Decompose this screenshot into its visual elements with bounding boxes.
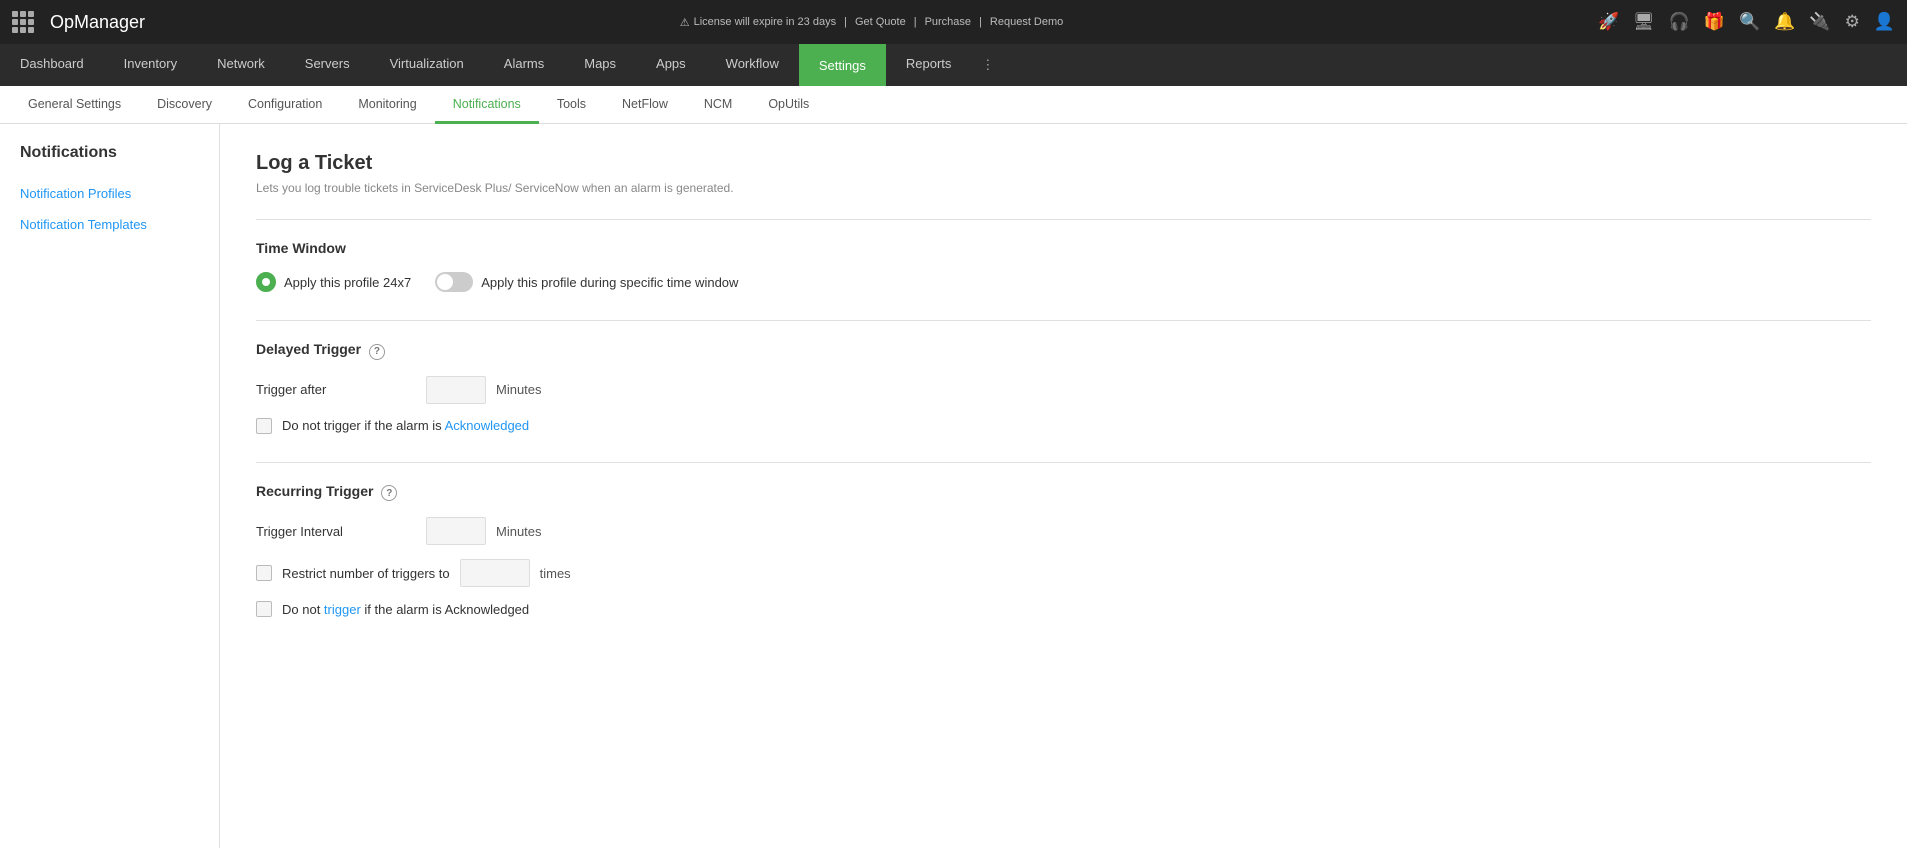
sub-nav-netflow[interactable]: NetFlow [604,86,686,124]
trigger-interval-input[interactable] [426,517,486,545]
monitor-icon[interactable]: 🖥 [1633,12,1655,32]
sidebar-item-notification-templates[interactable]: Notification Templates [0,209,219,240]
radio-label-specific: Apply this profile during specific time … [481,275,738,290]
delayed-trigger-checkbox[interactable] [256,418,272,434]
license-notice: ⚠ License will expire in 23 days [680,16,836,29]
nav-item-maps[interactable]: Maps [564,44,636,86]
trigger-after-row: Trigger after Minutes [256,376,1871,404]
toggle-specific-time[interactable] [435,272,473,292]
restrict-triggers-label: Restrict number of triggers to [282,566,450,581]
user-icon[interactable]: 👤 [1874,12,1895,32]
get-quote-link[interactable]: Get Quote [855,16,906,28]
restrict-triggers-row: Restrict number of triggers to times [256,559,1871,587]
delayed-trigger-section: Delayed Trigger ? Trigger after Minutes … [256,341,1871,434]
main-content: Log a Ticket Lets you log trouble ticket… [220,124,1907,848]
sub-nav-monitoring[interactable]: Monitoring [340,86,434,124]
page-subtitle: Lets you log trouble tickets in ServiceD… [256,181,1871,195]
highlight-trigger: trigger [324,602,361,617]
content-wrapper: Notifications Notification Profiles Noti… [0,124,1907,848]
delayed-trigger-help-icon[interactable]: ? [369,344,385,360]
nav-item-network[interactable]: Network [197,44,285,86]
sidebar-item-notification-profiles[interactable]: Notification Profiles [0,178,219,209]
divider-1 [256,219,1871,220]
sub-nav-ncm[interactable]: NCM [686,86,750,124]
purchase-link[interactable]: Purchase [925,16,971,28]
nav-item-servers[interactable]: Servers [285,44,370,86]
sub-nav-discovery[interactable]: Discovery [139,86,230,124]
recurring-trigger-help-icon[interactable]: ? [381,485,397,501]
separator: | [979,16,982,28]
sub-nav-tools[interactable]: Tools [539,86,604,124]
top-bar: OpManager ⚠ License will expire in 23 da… [0,0,1907,44]
settings-icon[interactable]: ⚙ [1845,12,1860,32]
separator: | [844,16,847,28]
top-bar-icons: 🚀 🖥 🎧 🎁 🔍 🔔 🔌 ⚙ 👤 [1598,12,1895,32]
sub-nav-configuration[interactable]: Configuration [230,86,340,124]
nav-item-dashboard[interactable]: Dashboard [0,44,104,86]
sub-nav-general-settings[interactable]: General Settings [10,86,139,124]
request-demo-link[interactable]: Request Demo [990,16,1063,28]
app-grid-icon [12,11,34,33]
nav-item-alarms[interactable]: Alarms [484,44,564,86]
app-name: OpManager [50,12,145,33]
sub-nav-oputils[interactable]: OpUtils [750,86,827,124]
trigger-interval-label: Trigger Interval [256,524,416,539]
trigger-interval-row: Trigger Interval Minutes [256,517,1871,545]
radio-option-24x7[interactable]: Apply this profile 24x7 [256,272,411,292]
sidebar-title: Notifications [0,144,219,178]
delayed-trigger-checkbox-row: Do not trigger if the alarm is Acknowled… [256,418,1871,434]
gift-icon[interactable]: 🎁 [1704,12,1725,32]
trigger-after-label: Trigger after [256,382,416,397]
trigger-after-unit: Minutes [496,382,542,397]
recurring-trigger-section: Recurring Trigger ? Trigger Interval Min… [256,483,1871,618]
nav-item-apps[interactable]: Apps [636,44,706,86]
nav-item-workflow[interactable]: Workflow [706,44,799,86]
radio-circle-24x7 [256,272,276,292]
sub-nav: General Settings Discovery Configuration… [0,86,1907,124]
nav-item-reports[interactable]: Reports [886,44,972,86]
plug-icon[interactable]: 🔌 [1809,12,1830,32]
license-icon: ⚠ [680,16,690,29]
bell-icon[interactable]: 🔔 [1774,12,1795,32]
time-window-title: Time Window [256,240,1871,256]
delayed-trigger-checkbox-label: Do not trigger if the alarm is Acknowled… [282,418,529,433]
rocket-icon[interactable]: 🚀 [1598,12,1619,32]
support-icon[interactable]: 🎧 [1669,12,1690,32]
recurring-trigger-title: Recurring Trigger ? [256,483,1871,502]
main-nav: Dashboard Inventory Network Servers Virt… [0,44,1907,86]
separator: | [914,16,917,28]
nav-item-inventory[interactable]: Inventory [104,44,197,86]
sub-nav-notifications[interactable]: Notifications [435,86,539,124]
nav-more-button[interactable]: ⋮ [971,44,1004,86]
radio-option-specific[interactable]: Apply this profile during specific time … [435,272,738,292]
recurring-do-not-trigger-row: Do not trigger if the alarm is Acknowled… [256,601,1871,617]
license-text: License will expire in 23 days [694,16,836,28]
time-window-radio-group: Apply this profile 24x7 Apply this profi… [256,272,1871,292]
search-icon[interactable]: 🔍 [1739,12,1760,32]
divider-3 [256,462,1871,463]
restrict-triggers-input[interactable] [460,559,530,587]
time-window-section: Time Window Apply this profile 24x7 Appl… [256,240,1871,292]
page-title: Log a Ticket [256,152,1871,175]
divider-2 [256,320,1871,321]
nav-item-settings[interactable]: Settings [799,44,886,86]
highlight-acknowledged: Acknowledged [445,418,530,433]
recurring-do-not-trigger-label: Do not trigger if the alarm is Acknowled… [282,602,529,617]
restrict-triggers-unit: times [540,566,571,581]
delayed-trigger-title: Delayed Trigger ? [256,341,1871,360]
radio-label-24x7: Apply this profile 24x7 [284,275,411,290]
license-area: ⚠ License will expire in 23 days | Get Q… [680,16,1064,29]
recurring-do-not-trigger-checkbox[interactable] [256,601,272,617]
app-logo-area: OpManager [12,11,145,33]
sidebar: Notifications Notification Profiles Noti… [0,124,220,848]
trigger-after-input[interactable] [426,376,486,404]
restrict-triggers-checkbox[interactable] [256,565,272,581]
trigger-interval-unit: Minutes [496,524,542,539]
nav-item-virtualization[interactable]: Virtualization [370,44,484,86]
